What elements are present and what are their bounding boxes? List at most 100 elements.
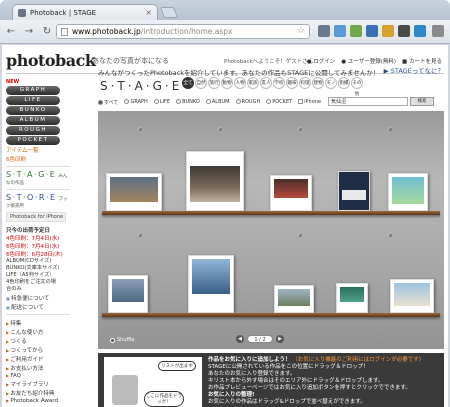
- filter-pocket[interactable]: POCKET: [266, 99, 292, 105]
- category-school[interactable]: 学校: [273, 77, 285, 89]
- category-things[interactable]: モノ: [325, 77, 337, 89]
- iphone-banner[interactable]: Photoback for iPhone: [6, 212, 66, 222]
- address-bar[interactable]: www.photoback.jp /introduction/home.aspx…: [56, 24, 310, 39]
- book-cover[interactable]: [108, 275, 148, 313]
- link-six-color[interactable]: 6色印刷: [6, 155, 70, 163]
- store-promo[interactable]: S·T·O·R·E ブック販売所: [6, 189, 70, 209]
- category-hobby[interactable]: 趣味: [286, 77, 298, 89]
- sidebar: NEW GRAPH LIFE BUNKO ALBUM ROUGH POCKET …: [6, 79, 70, 407]
- search-button[interactable]: 検索: [410, 97, 434, 106]
- extension-icon[interactable]: [350, 25, 362, 37]
- book-cover[interactable]: [390, 279, 434, 313]
- category-nature[interactable]: 自然: [195, 77, 207, 89]
- link-create[interactable]: つくる: [6, 337, 70, 345]
- category-travel[interactable]: 旅行: [208, 77, 220, 89]
- speech-bubble: リストが出ます: [158, 361, 196, 371]
- extension-icon[interactable]: [382, 25, 394, 37]
- filter-all[interactable]: すべて: [98, 99, 118, 106]
- browser-tab[interactable]: Photoback | STAGE ×: [12, 4, 158, 20]
- forward-button[interactable]: →: [22, 25, 36, 39]
- what-is-stage-link[interactable]: ▶ STAGEってなに？: [384, 65, 444, 75]
- cart-link[interactable]: ■ カートを見る: [402, 57, 442, 65]
- book-photo: [394, 283, 430, 306]
- search-input[interactable]: 気仙沼: [328, 97, 408, 106]
- category-animal[interactable]: 動物: [221, 77, 233, 89]
- book-cover[interactable]: [106, 173, 162, 211]
- close-tab-icon[interactable]: ×: [145, 8, 152, 17]
- login-link[interactable]: ● ログイン: [307, 57, 336, 65]
- radio-icon: [235, 99, 241, 104]
- menu-graph[interactable]: GRAPH: [6, 86, 60, 95]
- book-cover[interactable]: [270, 175, 312, 211]
- stage-promo[interactable]: S·T·A·G·E みんなの作品: [6, 166, 70, 186]
- menu-rough[interactable]: ROUGH: [6, 126, 60, 135]
- menu-album[interactable]: ALBUM: [6, 116, 60, 125]
- filter-rough[interactable]: ROUGH: [235, 99, 260, 105]
- book-photo: [340, 287, 364, 302]
- reload-button[interactable]: ↻: [40, 25, 54, 39]
- back-button[interactable]: ←: [4, 25, 18, 39]
- wrench-icon[interactable]: [432, 25, 444, 37]
- register-link[interactable]: ● ユーザー登録(無料): [341, 57, 396, 65]
- category-family[interactable]: 家族: [247, 77, 259, 89]
- filter-bunko[interactable]: BUNKO: [176, 99, 200, 105]
- favorites-text: あなたのお気に入り登録できます。: [208, 371, 296, 377]
- tab-title: Photoback | STAGE: [30, 8, 97, 17]
- welcome-text: Photobackへようこそ！ゲストさん: [224, 59, 314, 65]
- next-page-button[interactable]: ▶: [276, 335, 284, 343]
- shuffle-button[interactable]: Shuffle: [110, 337, 134, 343]
- page-indicator: 1 / 2: [247, 335, 273, 343]
- link-faq[interactable]: FAQ: [6, 373, 70, 379]
- speech-bubble: ここに作品をドラッグ！: [144, 391, 184, 407]
- filter-graph[interactable]: GRAPH: [124, 99, 148, 105]
- menu-bunko[interactable]: BUNKO: [6, 106, 60, 115]
- wooden-shelf: [102, 313, 440, 317]
- link-guide[interactable]: ご利用ガイド: [6, 355, 70, 363]
- extension-icon[interactable]: [318, 25, 330, 37]
- menu-pocket[interactable]: POCKET: [6, 136, 60, 145]
- category-building[interactable]: 建物: [312, 77, 324, 89]
- book-cover[interactable]: [186, 151, 244, 211]
- link-payment[interactable]: お支払い方法: [6, 364, 70, 372]
- link-item-list[interactable]: アイテム一覧: [6, 146, 70, 154]
- link-feature[interactable]: 特集: [6, 319, 70, 327]
- book-cover[interactable]: [274, 285, 314, 313]
- wall-bolt: [388, 233, 392, 237]
- extension-icon[interactable]: [398, 25, 410, 37]
- book-photo: [392, 177, 424, 204]
- link-express[interactable]: 特急便について: [6, 294, 70, 302]
- filter-album[interactable]: ALBUM: [205, 99, 230, 105]
- category-street[interactable]: 街撮: [338, 77, 350, 89]
- link-referral[interactable]: お友だち紹介特典: [6, 389, 70, 397]
- shuffle-icon: [110, 337, 115, 343]
- category-cooking[interactable]: 料理: [299, 77, 311, 89]
- intro-text: みんながつくったPhotobackを紹介しています。あなたの作品もSTAGEに公…: [98, 69, 380, 77]
- link-library[interactable]: マイライブラリ: [6, 380, 70, 388]
- favorites-drop-area[interactable]: ここに作品をドラッグ！ リストが出ます: [104, 357, 202, 407]
- book-cover[interactable]: [188, 255, 234, 313]
- link-after[interactable]: つくってから: [6, 346, 70, 354]
- book-photo: [274, 179, 308, 198]
- link-award[interactable]: Photoback Award: [6, 398, 70, 404]
- category-all[interactable]: 全て: [182, 77, 194, 89]
- category-people[interactable]: 人物: [234, 77, 246, 89]
- filter-row: すべて GRAPH LIFE BUNKO ALBUM ROUGH POCKET …: [98, 97, 444, 107]
- photoback-logo[interactable]: photoback: [6, 51, 96, 70]
- category-other[interactable]: その他: [351, 77, 363, 97]
- link-howto[interactable]: こんな使い方: [6, 328, 70, 336]
- book-cover[interactable]: [336, 283, 368, 313]
- book-cover[interactable]: [388, 173, 428, 211]
- new-tab-button[interactable]: [159, 7, 179, 18]
- prev-page-button[interactable]: ◀: [236, 335, 244, 343]
- category-friends[interactable]: 友人: [260, 77, 272, 89]
- menu-life[interactable]: LIFE: [6, 96, 60, 105]
- filter-iphone[interactable]: iPhone: [298, 99, 321, 105]
- extension-icon[interactable]: [334, 25, 346, 37]
- extension-icon[interactable]: [366, 25, 378, 37]
- extension-icon[interactable]: [414, 25, 426, 37]
- page-separator: /: [259, 337, 261, 343]
- bookmark-star-icon[interactable]: ☆: [297, 26, 305, 36]
- book-cover[interactable]: [338, 171, 370, 211]
- link-delivery[interactable]: 配送について: [6, 303, 70, 311]
- filter-life[interactable]: LIFE: [153, 99, 170, 105]
